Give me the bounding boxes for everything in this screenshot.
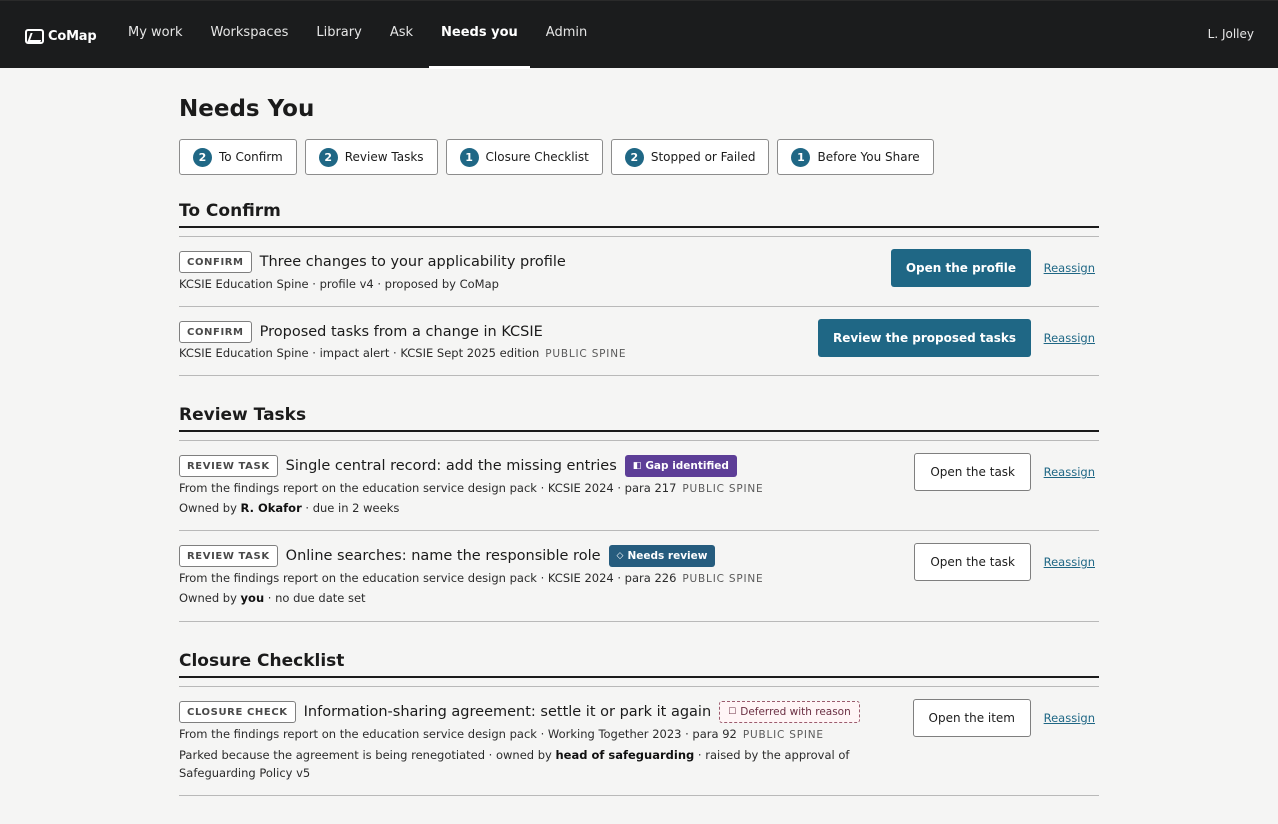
due-text: · due in 2 weeks xyxy=(305,501,400,515)
section-heading: Closure Checklist xyxy=(179,648,1099,678)
count-badge: 2 xyxy=(318,147,338,167)
reassign-link[interactable]: Reassign xyxy=(1044,711,1095,725)
nav-my-work[interactable]: My work xyxy=(116,1,195,69)
item-meta-text: From the findings report on the educatio… xyxy=(179,727,737,741)
item-owner-line: Owned by R. Okafor · due in 2 weeks xyxy=(179,501,399,515)
top-navigation-bar: CoMap My work Workspaces Library Ask Nee… xyxy=(0,0,1278,69)
section-review-tasks: Review Tasks REVIEW TASK Single central … xyxy=(179,402,1099,622)
chip-review-tasks[interactable]: 2 Review Tasks xyxy=(304,139,438,175)
parked-reason-text: Parked because the agreement is being re… xyxy=(179,748,552,762)
item-meta-text: From the findings report on the educatio… xyxy=(179,481,677,495)
chip-label: Stopped or Failed xyxy=(650,150,756,164)
reassign-link[interactable]: Reassign xyxy=(1044,465,1095,479)
status-badge: ◇ Needs review xyxy=(608,545,716,567)
item-meta: From the findings report on the educatio… xyxy=(179,571,763,585)
page-title: Needs You xyxy=(179,96,315,122)
status-badge-label: Needs review xyxy=(627,550,708,562)
gap-icon: ◧ xyxy=(632,461,642,471)
chip-label: To Confirm xyxy=(219,150,283,164)
owner-name: R. Okafor xyxy=(240,501,302,515)
public-spine-label: PUBLIC SPINE xyxy=(682,573,764,585)
nav-workspaces[interactable]: Workspaces xyxy=(199,1,301,69)
count-badge: 2 xyxy=(624,147,644,167)
square-icon: ☐ xyxy=(728,707,737,717)
nav-library[interactable]: Library xyxy=(304,1,373,69)
nav-needs-you[interactable]: Needs you xyxy=(429,1,530,69)
chip-before-you-share[interactable]: 1 Before You Share xyxy=(777,139,934,175)
nav-ask[interactable]: Ask xyxy=(378,1,425,69)
public-spine-label: PUBLIC SPINE xyxy=(682,483,764,495)
review-proposed-tasks-button[interactable]: Review the proposed tasks xyxy=(817,319,1031,357)
reassign-link[interactable]: Reassign xyxy=(1044,331,1095,345)
status-badge: ◧ Gap identified xyxy=(624,455,737,477)
public-spine-label: PUBLIC SPINE xyxy=(742,729,824,741)
item-meta-text: From the findings report on the educatio… xyxy=(179,571,677,585)
item-title: Online searches: name the responsible ro… xyxy=(285,548,601,564)
owner-name: you xyxy=(240,591,265,605)
owned-by-label: Owned by xyxy=(179,591,237,605)
chip-label: Review Tasks xyxy=(344,150,424,164)
user-menu[interactable]: L. Jolley xyxy=(1208,27,1254,41)
item-meta: From the findings report on the educatio… xyxy=(179,481,763,495)
item-type-tag: REVIEW TASK xyxy=(179,455,278,477)
chip-stopped-or-failed[interactable]: 2 Stopped or Failed xyxy=(610,139,770,175)
list-item: CONFIRM Proposed tasks from a change in … xyxy=(179,307,1099,376)
open-item-button[interactable]: Open the item xyxy=(912,699,1031,737)
item-owner-line: Owned by you · no due date set xyxy=(179,591,366,605)
status-badge-label: Deferred with reason xyxy=(740,706,851,718)
section-heading: Review Tasks xyxy=(179,402,1099,432)
reassign-link[interactable]: Reassign xyxy=(1044,261,1095,275)
count-badge: 2 xyxy=(193,147,212,167)
parked-reason: Parked because the agreement is being re… xyxy=(179,746,909,782)
open-task-button[interactable]: Open the task xyxy=(914,543,1031,581)
item-title: Single central record: add the missing e… xyxy=(285,458,617,474)
comap-logo[interactable]: CoMap xyxy=(25,26,97,46)
count-badge: 1 xyxy=(791,147,811,167)
map-icon xyxy=(25,28,44,44)
open-task-button[interactable]: Open the task xyxy=(914,453,1031,491)
item-meta: KCSIE Education Spine · profile v4 · pro… xyxy=(179,277,499,291)
filter-chips: 2 To Confirm 2 Review Tasks 1 Closure Ch… xyxy=(179,139,934,175)
list-item: REVIEW TASK Single central record: add t… xyxy=(179,441,1099,531)
owner-name: head of safeguarding xyxy=(555,748,695,762)
diamond-icon: ◇ xyxy=(616,551,624,561)
chip-to-confirm[interactable]: 2 To Confirm xyxy=(179,139,297,175)
status-badge: ☐ Deferred with reason xyxy=(719,701,860,723)
chip-label: Closure Checklist xyxy=(485,150,589,164)
item-type-tag: CONFIRM xyxy=(179,321,252,343)
open-profile-button[interactable]: Open the profile xyxy=(890,249,1031,287)
item-type-tag: CLOSURE CHECK xyxy=(179,701,296,723)
due-text: · no due date set xyxy=(267,591,366,605)
item-title: Three changes to your applicability prof… xyxy=(259,254,566,270)
item-meta-text: KCSIE Education Spine · impact alert · K… xyxy=(179,346,540,360)
owned-by-label: Owned by xyxy=(179,501,237,515)
item-meta: From the findings report on the educatio… xyxy=(179,727,824,741)
section-to-confirm: To Confirm CONFIRM Three changes to your… xyxy=(179,198,1099,376)
reassign-link[interactable]: Reassign xyxy=(1044,555,1095,569)
item-type-tag: CONFIRM xyxy=(179,251,252,273)
app-name: CoMap xyxy=(48,28,97,44)
nav-admin[interactable]: Admin xyxy=(534,1,599,69)
status-badge-label: Gap identified xyxy=(645,460,729,472)
item-type-tag: REVIEW TASK xyxy=(179,545,278,567)
section-closure-checklist: Closure Checklist CLOSURE CHECK Informat… xyxy=(179,648,1099,796)
list-item: CLOSURE CHECK Information-sharing agreem… xyxy=(179,687,1099,796)
section-heading: To Confirm xyxy=(179,198,1099,228)
chip-closure-checklist[interactable]: 1 Closure Checklist xyxy=(445,139,603,175)
chip-label: Before You Share xyxy=(817,150,920,164)
item-title: Information-sharing agreement: settle it… xyxy=(303,704,712,720)
list-item: REVIEW TASK Online searches: name the re… xyxy=(179,531,1099,622)
list-item: CONFIRM Three changes to your applicabil… xyxy=(179,237,1099,307)
main-nav: My work Workspaces Library Ask Needs you… xyxy=(116,1,603,69)
item-meta: KCSIE Education Spine · impact alert · K… xyxy=(179,346,626,360)
public-spine-label: PUBLIC SPINE xyxy=(545,348,627,360)
count-badge: 1 xyxy=(459,147,479,167)
item-title: Proposed tasks from a change in KCSIE xyxy=(259,324,543,340)
